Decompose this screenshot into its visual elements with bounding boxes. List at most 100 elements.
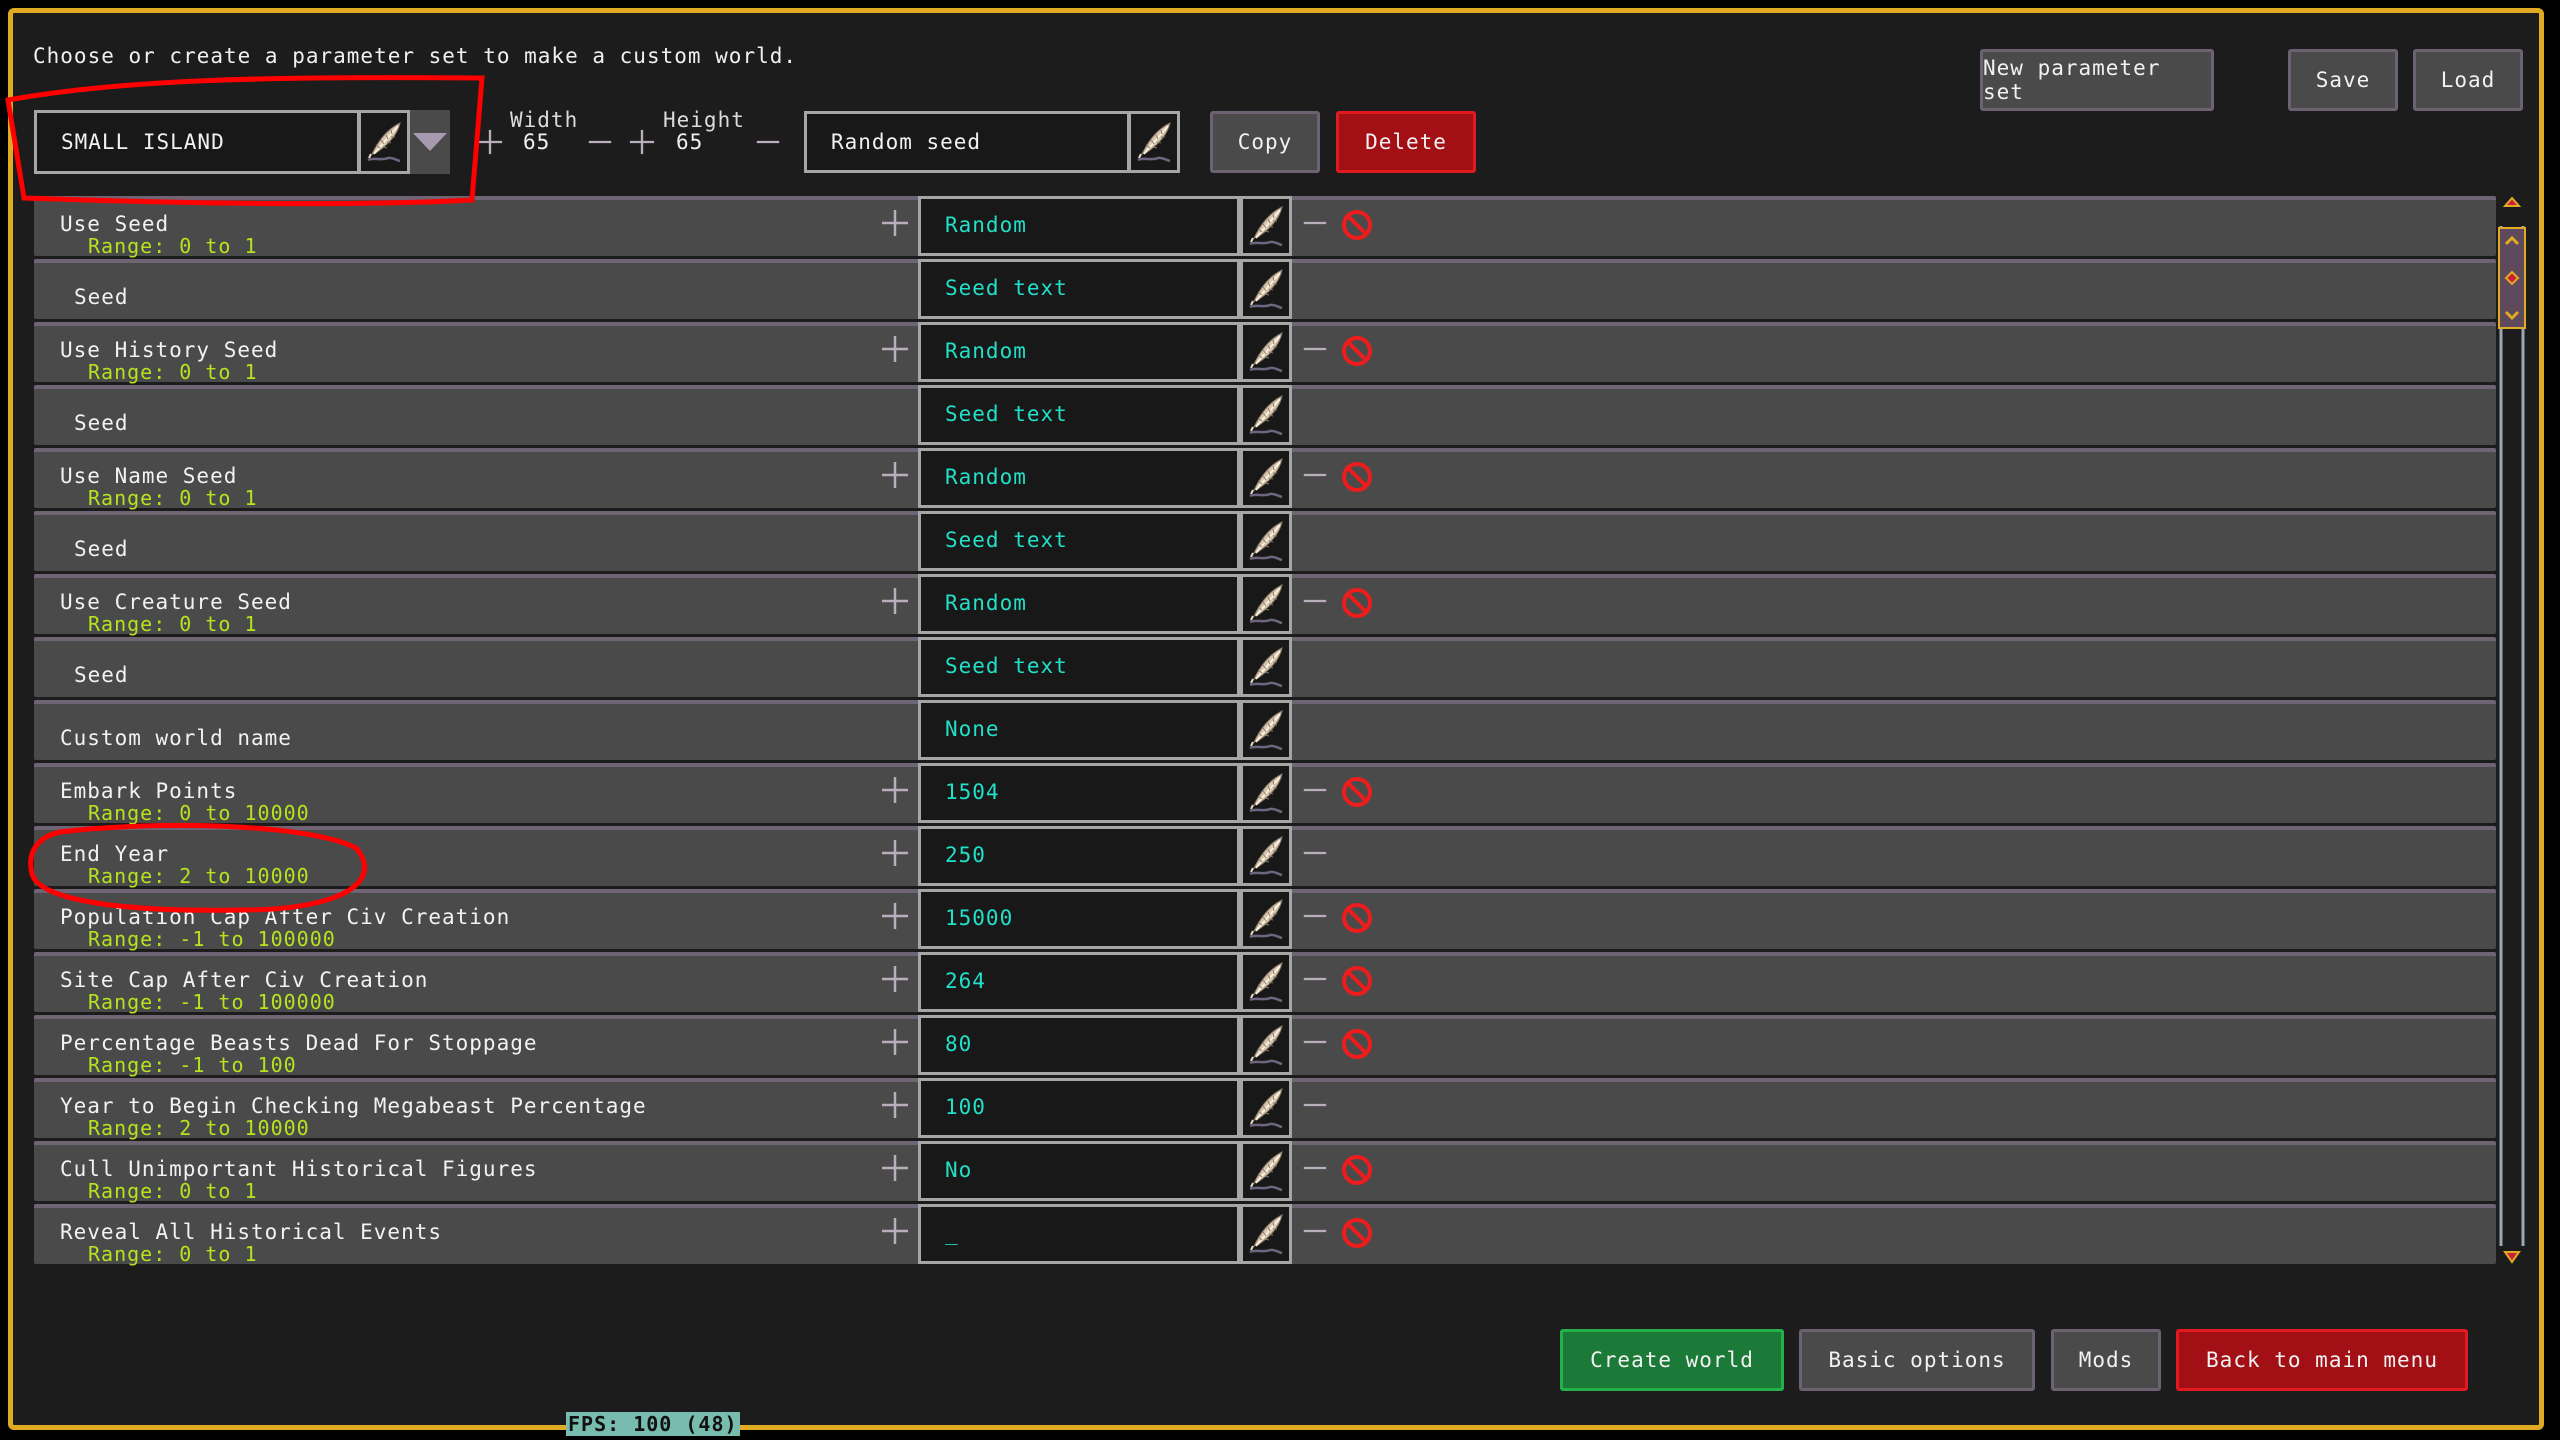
edit-value-button[interactable] bbox=[1240, 1078, 1292, 1138]
disable-icon[interactable] bbox=[1340, 460, 1374, 494]
edit-value-button[interactable] bbox=[1240, 952, 1292, 1012]
increase-button[interactable] bbox=[880, 775, 910, 805]
parameter-value: Seed text bbox=[945, 528, 1068, 552]
parameter-row: Percentage Beasts Dead For Stoppage Range… bbox=[34, 1015, 2496, 1077]
parameter-value: _ bbox=[945, 1221, 959, 1245]
quill-icon bbox=[1246, 582, 1286, 626]
increase-button[interactable] bbox=[880, 1090, 910, 1120]
copy-button[interactable]: Copy bbox=[1210, 111, 1320, 173]
decrease-button[interactable] bbox=[1301, 1216, 1329, 1246]
disable-icon[interactable] bbox=[1340, 775, 1374, 809]
parameter-name: Seed bbox=[74, 411, 129, 435]
world-seed-field[interactable]: Random seed bbox=[804, 111, 1130, 173]
scrollbar[interactable] bbox=[2498, 196, 2526, 1266]
edit-value-button[interactable] bbox=[1240, 637, 1292, 697]
edit-value-button[interactable] bbox=[1240, 448, 1292, 508]
increase-button[interactable] bbox=[880, 1216, 910, 1246]
decrease-button[interactable] bbox=[1301, 1027, 1329, 1057]
parameter-value-field[interactable]: Random bbox=[918, 196, 1240, 256]
intro-text: Choose or create a parameter set to make… bbox=[33, 44, 798, 68]
disable-icon[interactable] bbox=[1340, 964, 1374, 998]
parameter-value-field[interactable]: Random bbox=[918, 322, 1240, 382]
parameter-value-field[interactable]: Seed text bbox=[918, 511, 1240, 571]
decrease-button[interactable] bbox=[1301, 838, 1329, 868]
create-world-button[interactable]: Create world bbox=[1560, 1329, 1784, 1391]
parameter-value: Random bbox=[945, 591, 1027, 615]
parameter-name: End Year bbox=[60, 842, 170, 866]
parameter-value-field[interactable]: Seed text bbox=[918, 259, 1240, 319]
edit-value-button[interactable] bbox=[1240, 511, 1292, 571]
increase-button[interactable] bbox=[880, 208, 910, 238]
world-seed-edit-button[interactable] bbox=[1128, 111, 1180, 173]
width-decrease-button[interactable] bbox=[586, 128, 614, 156]
decrease-button[interactable] bbox=[1301, 334, 1329, 364]
parameter-value-field[interactable]: No bbox=[918, 1141, 1240, 1201]
decrease-button[interactable] bbox=[1301, 460, 1329, 490]
parameter-value-field[interactable]: 250 bbox=[918, 826, 1240, 886]
parameter-value-field[interactable]: Seed text bbox=[918, 637, 1240, 697]
edit-value-button[interactable] bbox=[1240, 322, 1292, 382]
decrease-button[interactable] bbox=[1301, 208, 1329, 238]
increase-button[interactable] bbox=[880, 964, 910, 994]
edit-value-button[interactable] bbox=[1240, 196, 1292, 256]
disable-icon[interactable] bbox=[1340, 586, 1374, 620]
preset-name-field[interactable]: SMALL ISLAND bbox=[34, 110, 360, 174]
edit-value-button[interactable] bbox=[1240, 385, 1292, 445]
decrease-button[interactable] bbox=[1301, 775, 1329, 805]
increase-button[interactable] bbox=[880, 1027, 910, 1057]
decrease-button[interactable] bbox=[1301, 901, 1329, 931]
decrease-button[interactable] bbox=[1301, 586, 1329, 616]
parameter-value-field[interactable]: 80 bbox=[918, 1015, 1240, 1075]
edit-value-button[interactable] bbox=[1240, 1015, 1292, 1075]
increase-button[interactable] bbox=[880, 901, 910, 931]
quill-icon bbox=[364, 120, 404, 164]
edit-value-button[interactable] bbox=[1240, 1204, 1292, 1264]
parameter-value-field[interactable]: 15000 bbox=[918, 889, 1240, 949]
preset-edit-button[interactable] bbox=[358, 110, 410, 174]
increase-button[interactable] bbox=[880, 1153, 910, 1183]
edit-value-button[interactable] bbox=[1240, 1141, 1292, 1201]
parameter-value-field[interactable]: Random bbox=[918, 574, 1240, 634]
height-decrease-button[interactable] bbox=[754, 128, 782, 156]
disable-icon[interactable] bbox=[1340, 1153, 1374, 1187]
disable-icon[interactable] bbox=[1340, 1216, 1374, 1250]
parameter-value-field[interactable]: 264 bbox=[918, 952, 1240, 1012]
parameter-value-field[interactable]: 1504 bbox=[918, 763, 1240, 823]
disable-icon[interactable] bbox=[1340, 1027, 1374, 1061]
edit-value-button[interactable] bbox=[1240, 826, 1292, 886]
disable-icon[interactable] bbox=[1340, 901, 1374, 935]
increase-button[interactable] bbox=[880, 460, 910, 490]
mods-button[interactable]: Mods bbox=[2051, 1329, 2161, 1391]
new-parameter-set-button[interactable]: New parameter set bbox=[1980, 49, 2214, 111]
parameter-value-field[interactable]: Seed text bbox=[918, 385, 1240, 445]
edit-value-button[interactable] bbox=[1240, 259, 1292, 319]
width-increase-button[interactable] bbox=[476, 128, 504, 156]
parameter-row: Use Seed Range: 0 to 1 Random bbox=[34, 196, 2496, 258]
edit-value-button[interactable] bbox=[1240, 763, 1292, 823]
delete-button[interactable]: Delete bbox=[1336, 111, 1476, 173]
save-button[interactable]: Save bbox=[2288, 49, 2398, 111]
parameter-value-field[interactable]: Random bbox=[918, 448, 1240, 508]
edit-value-button[interactable] bbox=[1240, 889, 1292, 949]
parameter-value-field[interactable]: 100 bbox=[918, 1078, 1240, 1138]
increase-button[interactable] bbox=[880, 838, 910, 868]
basic-options-button[interactable]: Basic options bbox=[1799, 1329, 2035, 1391]
increase-button[interactable] bbox=[880, 334, 910, 364]
disable-icon[interactable] bbox=[1340, 208, 1374, 242]
parameter-value-field[interactable]: None bbox=[918, 700, 1240, 760]
parameter-value-field[interactable]: _ bbox=[918, 1204, 1240, 1264]
load-button[interactable]: Load bbox=[2413, 49, 2523, 111]
disable-icon[interactable] bbox=[1340, 334, 1374, 368]
parameter-name: Population Cap After Civ Creation bbox=[60, 905, 511, 929]
back-to-main-menu-button[interactable]: Back to main menu bbox=[2176, 1329, 2468, 1391]
edit-value-button[interactable] bbox=[1240, 574, 1292, 634]
height-increase-button[interactable] bbox=[628, 128, 656, 156]
preset-dropdown-button[interactable] bbox=[410, 110, 450, 174]
parameter-value: Random bbox=[945, 213, 1027, 237]
decrease-button[interactable] bbox=[1301, 1153, 1329, 1183]
decrease-button[interactable] bbox=[1301, 1090, 1329, 1120]
decrease-button[interactable] bbox=[1301, 964, 1329, 994]
width-value: 65 bbox=[523, 130, 551, 154]
increase-button[interactable] bbox=[880, 586, 910, 616]
edit-value-button[interactable] bbox=[1240, 700, 1292, 760]
